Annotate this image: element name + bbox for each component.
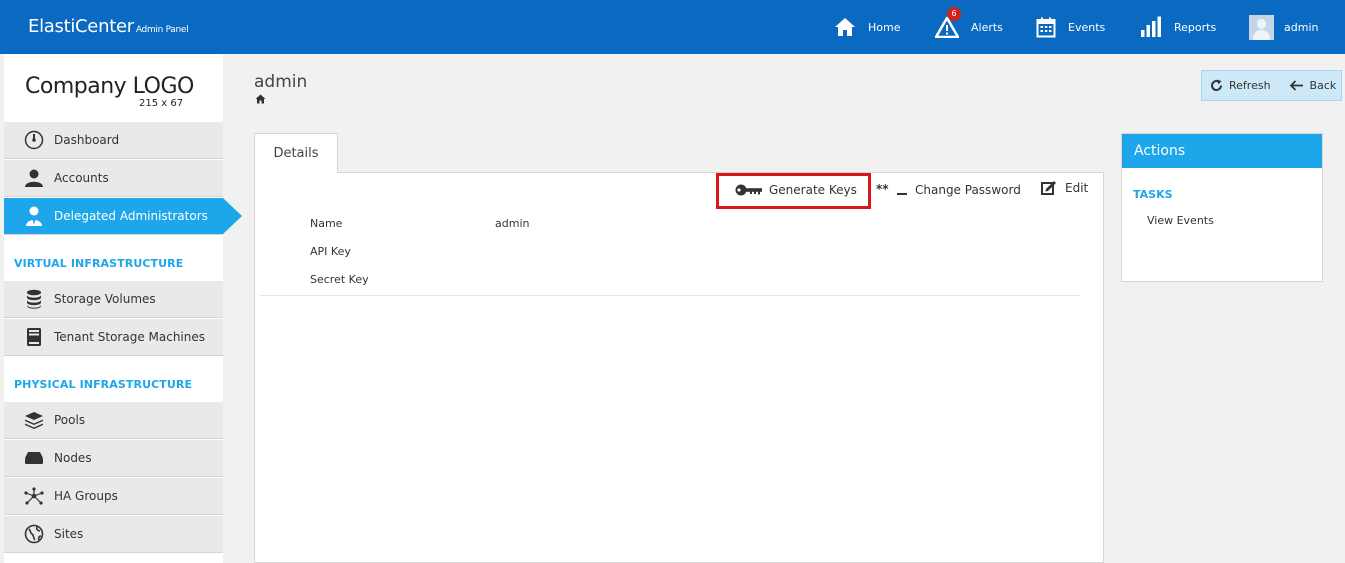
nav-home-label: Home — [868, 20, 901, 34]
bar-chart-icon — [1141, 16, 1161, 37]
page-toolbar: Refresh Back — [1201, 70, 1342, 101]
sidebar-item-tenant-storage-machines[interactable]: Tenant Storage Machines — [4, 319, 223, 356]
field-label-api-key: API Key — [310, 245, 351, 258]
sidebar-item-label: HA Groups — [54, 489, 118, 503]
field-label-name: Name — [310, 217, 343, 230]
arrow-left-icon — [1289, 80, 1303, 91]
generate-keys-button[interactable]: Generate Keys — [735, 182, 857, 198]
nav-user-label: admin — [1284, 20, 1319, 34]
sidebar-item-label: Accounts — [54, 171, 109, 185]
database-icon — [27, 289, 41, 309]
layers-icon — [25, 412, 43, 429]
calendar-icon — [1036, 17, 1056, 37]
details-panel — [254, 172, 1104, 563]
sidebar-item-label: Pools — [54, 413, 86, 427]
actions-panel-title: Actions — [1122, 134, 1322, 168]
company-logo: Company LOGO — [25, 74, 194, 99]
sidebar-item-sites[interactable]: Sites — [4, 516, 223, 553]
change-password-button[interactable]: ** Change Password — [876, 182, 1021, 198]
svg-text:**: ** — [876, 184, 889, 196]
server-icon — [27, 328, 41, 346]
sidebar-item-label: Tenant Storage Machines — [54, 330, 206, 344]
sidebar-item-accounts[interactable]: Accounts — [4, 160, 223, 197]
brand[interactable]: ElastiCenter Admin Panel — [28, 16, 189, 37]
refresh-label: Refresh — [1229, 79, 1271, 92]
back-button[interactable]: Back — [1289, 79, 1337, 92]
nav-reports-label: Reports — [1174, 20, 1217, 34]
back-label: Back — [1309, 79, 1337, 92]
tasks-heading: TASKS — [1133, 188, 1173, 201]
divider — [260, 295, 1080, 296]
alert-count-badge: 6 — [947, 7, 961, 21]
sidebar-item-ha-groups[interactable]: HA Groups — [4, 478, 223, 515]
home-icon — [835, 18, 855, 36]
sidebar-item-nodes[interactable]: Nodes — [4, 440, 223, 477]
key-icon — [735, 184, 762, 196]
nav-user-menu[interactable]: admin — [1249, 0, 1318, 54]
tab-details[interactable]: Details — [254, 133, 338, 173]
edit-label: Edit — [1065, 181, 1089, 195]
edit-button[interactable]: Edit — [1041, 180, 1088, 196]
sidebar-item-storage-volumes[interactable]: Storage Volumes — [4, 281, 223, 318]
section-heading-physical-infrastructure: PHYSICAL INFRASTRUCTURE — [14, 378, 193, 391]
field-label-secret-key: Secret Key — [310, 273, 369, 286]
avatar — [1249, 14, 1274, 40]
globe-icon — [24, 524, 44, 544]
nav-reports[interactable]: Reports — [1140, 0, 1216, 54]
sidebar-item-pools[interactable]: Pools — [4, 402, 223, 439]
sidebar-item-label: Nodes — [54, 451, 92, 465]
nav-events[interactable]: Events — [1036, 0, 1105, 54]
refresh-button[interactable]: Refresh — [1210, 79, 1271, 92]
refresh-icon — [1211, 79, 1223, 92]
drive-icon — [25, 452, 43, 464]
sidebar: Company LOGO 215 x 67 Dashboard Accounts… — [4, 54, 242, 563]
actions-panel: Actions TASKS View Events — [1121, 133, 1323, 282]
nav-events-label: Events — [1068, 20, 1106, 34]
nav-alerts-label: Alerts — [971, 20, 1003, 34]
gauge-icon — [24, 130, 44, 150]
generate-keys-label: Generate Keys — [769, 183, 857, 197]
section-heading-virtual-infrastructure: VIRTUAL INFRASTRUCTURE — [14, 257, 184, 270]
sidebar-item-label: Sites — [54, 527, 84, 541]
top-bar: ElastiCenter Admin Panel Home 6 Alerts Ev… — [0, 0, 1345, 54]
network-icon — [24, 487, 44, 505]
nav-home[interactable]: Home — [834, 0, 900, 54]
sidebar-item-label: Delegated Administrators — [54, 209, 208, 223]
brand-name: ElastiCenter — [28, 16, 134, 37]
edit-icon — [1041, 181, 1056, 195]
admin-user-icon — [26, 206, 42, 226]
sidebar-item-label: Dashboard — [54, 133, 120, 147]
change-password-label: Change Password — [915, 183, 1021, 197]
sidebar-item-delegated-administrators[interactable]: Delegated Administrators — [4, 198, 242, 235]
user-icon — [25, 169, 43, 187]
page-title: admin — [254, 72, 308, 92]
sidebar-item-label: Storage Volumes — [54, 292, 156, 306]
view-events-link[interactable]: View Events — [1147, 214, 1214, 227]
password-icon: ** — [876, 184, 907, 196]
brand-subtitle: Admin Panel — [135, 25, 189, 35]
nav-alerts[interactable]: 6 Alerts — [935, 0, 1003, 54]
field-value-name: admin — [495, 217, 530, 230]
sidebar-item-dashboard[interactable]: Dashboard — [4, 122, 223, 159]
breadcrumb-home-icon[interactable] — [255, 94, 266, 104]
logo-size-note: 215 x 67 — [139, 98, 184, 109]
